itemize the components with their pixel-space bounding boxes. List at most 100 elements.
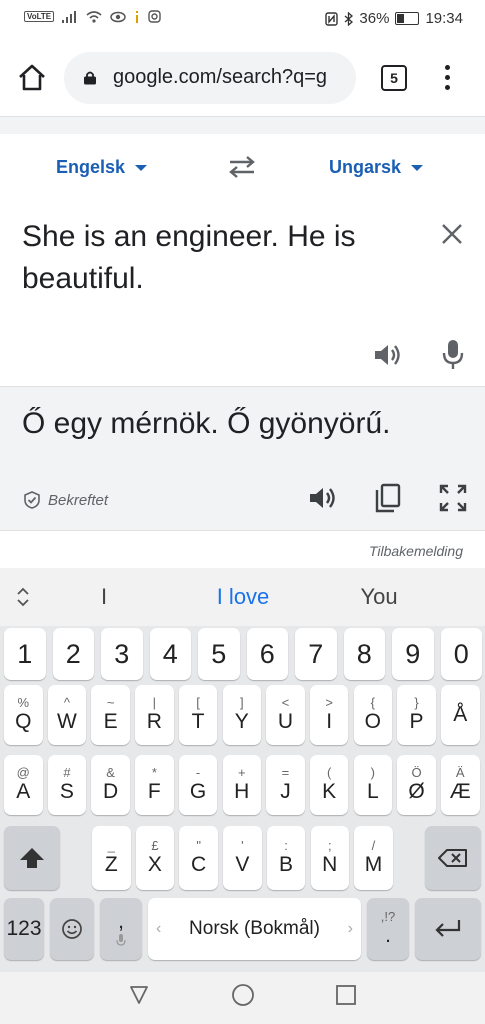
tab-switcher-button[interactable]: 5 bbox=[381, 65, 407, 91]
key-f[interactable]: * F bbox=[135, 755, 174, 815]
shift-key[interactable] bbox=[4, 826, 60, 890]
key-p[interactable]: } P bbox=[397, 685, 436, 745]
target-language-select[interactable]: Ungarsk bbox=[329, 157, 424, 178]
key-r[interactable]: | R bbox=[135, 685, 174, 745]
recents-icon[interactable] bbox=[335, 984, 357, 1006]
key-8[interactable]: 8 bbox=[343, 628, 385, 680]
key-m[interactable]: / M bbox=[354, 826, 393, 890]
key-sup-label: / bbox=[371, 838, 376, 853]
key-6[interactable]: 6 bbox=[246, 628, 288, 680]
key-n[interactable]: ; N bbox=[310, 826, 349, 890]
url-text[interactable]: google.com/search?q=g bbox=[113, 66, 349, 89]
key-b[interactable]: :B bbox=[266, 826, 306, 890]
key-e[interactable]: ~ E bbox=[91, 685, 130, 745]
language-selector-row: Engelsk Ungarsk bbox=[0, 134, 485, 201]
key-2[interactable]: 2 bbox=[52, 628, 94, 680]
close-icon[interactable] bbox=[440, 222, 464, 246]
key-g[interactable]: -G bbox=[178, 755, 218, 815]
eye-icon bbox=[110, 11, 126, 22]
key-s[interactable]: # S bbox=[47, 755, 87, 815]
key-label: Ø bbox=[408, 780, 425, 803]
emoji-key[interactable] bbox=[50, 898, 94, 960]
key-q[interactable]: % Q bbox=[4, 685, 43, 745]
key-label: 0 bbox=[453, 639, 469, 669]
copy-icon[interactable] bbox=[374, 483, 402, 513]
source-text[interactable]: She is an engineer. He is beautiful. bbox=[22, 216, 422, 300]
key-l[interactable]: ) L bbox=[353, 755, 393, 815]
suggestion-right[interactable]: You bbox=[344, 584, 414, 610]
key-label: . bbox=[385, 924, 391, 947]
key-å[interactable]: Å bbox=[441, 685, 480, 745]
key-i[interactable]: > I bbox=[309, 685, 349, 745]
chevron-right-icon: › bbox=[347, 920, 353, 937]
home-icon[interactable] bbox=[16, 62, 48, 94]
key-h[interactable]: + H bbox=[222, 755, 261, 815]
key-label: , bbox=[118, 910, 124, 933]
key-label: H bbox=[234, 780, 250, 803]
comma-key[interactable]: , bbox=[100, 898, 142, 960]
notification-icon bbox=[136, 10, 139, 23]
key-sup-label: % bbox=[17, 695, 30, 710]
key-w[interactable]: ^ W bbox=[47, 685, 87, 745]
more-vert-icon[interactable] bbox=[440, 65, 454, 95]
address-bar[interactable]: google.com/search?q=g bbox=[64, 52, 356, 104]
symbols-key[interactable]: 123 bbox=[4, 898, 44, 960]
suggestion-left[interactable]: I bbox=[92, 584, 116, 610]
backspace-key[interactable] bbox=[425, 826, 481, 890]
space-key[interactable]: ‹ Norsk (Bokmål) › bbox=[148, 898, 361, 960]
key-4[interactable]: 4 bbox=[149, 628, 191, 680]
fullscreen-icon[interactable] bbox=[438, 483, 468, 513]
speaker-icon[interactable] bbox=[372, 340, 402, 370]
key-sup-label: _ bbox=[107, 838, 115, 853]
key-label: D bbox=[103, 780, 119, 803]
chevron-down-icon bbox=[135, 164, 148, 171]
key-æ[interactable]: ÄÆ bbox=[441, 755, 480, 815]
key-3[interactable]: 3 bbox=[101, 628, 143, 680]
shield-check-icon bbox=[24, 491, 40, 509]
key-z[interactable]: _ Z bbox=[92, 826, 131, 890]
key-sup-label: Ö bbox=[411, 765, 422, 780]
key-label: 4 bbox=[162, 639, 178, 669]
key-sup-label: : bbox=[284, 838, 288, 853]
key-0[interactable]: 0 bbox=[440, 628, 482, 680]
key-t[interactable]: [T bbox=[178, 685, 218, 745]
key-v[interactable]: ' V bbox=[223, 826, 262, 890]
key-7[interactable]: 7 bbox=[295, 628, 337, 680]
key-a[interactable]: @ A bbox=[4, 755, 43, 815]
key-label: V bbox=[235, 853, 250, 876]
key-c[interactable]: " C bbox=[179, 826, 218, 890]
expand-suggestions-icon[interactable] bbox=[14, 586, 32, 608]
feedback-link[interactable]: Tilbakemelding bbox=[369, 543, 463, 559]
home-nav-icon[interactable] bbox=[231, 983, 255, 1007]
source-language-select[interactable]: Engelsk bbox=[56, 157, 148, 178]
key-label: S bbox=[59, 780, 74, 803]
mic-icon[interactable] bbox=[440, 338, 466, 370]
key-u[interactable]: < U bbox=[266, 685, 305, 745]
key-sup-label: # bbox=[63, 765, 71, 780]
key-label: F bbox=[147, 780, 161, 803]
key-sup-label: " bbox=[196, 838, 201, 853]
translated-text: Ő egy mérnök. Ő gyönyörű. bbox=[22, 407, 391, 440]
swap-arrows-icon[interactable] bbox=[226, 154, 258, 180]
key-ø[interactable]: ÖØ bbox=[397, 755, 436, 815]
key-sup-label: < bbox=[281, 695, 290, 710]
key-label: G bbox=[189, 780, 207, 803]
key-k[interactable]: (K bbox=[309, 755, 349, 815]
feedback-row: Tilbakemelding bbox=[0, 530, 485, 567]
key-d[interactable]: & D bbox=[91, 755, 130, 815]
key-x[interactable]: £ X bbox=[135, 826, 175, 890]
key-1[interactable]: 1 bbox=[4, 628, 46, 680]
key-j[interactable]: = J bbox=[266, 755, 305, 815]
key-label: C bbox=[191, 853, 207, 876]
back-icon[interactable] bbox=[128, 984, 150, 1006]
key-o[interactable]: {O bbox=[353, 685, 393, 745]
period-key[interactable]: ,!?. bbox=[367, 898, 409, 960]
enter-key[interactable] bbox=[415, 898, 481, 960]
speaker-icon[interactable] bbox=[307, 483, 337, 513]
key-y[interactable]: ] Y bbox=[222, 685, 261, 745]
key-9[interactable]: 9 bbox=[392, 628, 434, 680]
key-label: 7 bbox=[308, 639, 324, 669]
key-5[interactable]: 5 bbox=[198, 628, 240, 680]
suggestion-middle[interactable]: I love bbox=[193, 584, 293, 610]
source-text-panel[interactable]: She is an engineer. He is beautiful. bbox=[0, 200, 485, 387]
